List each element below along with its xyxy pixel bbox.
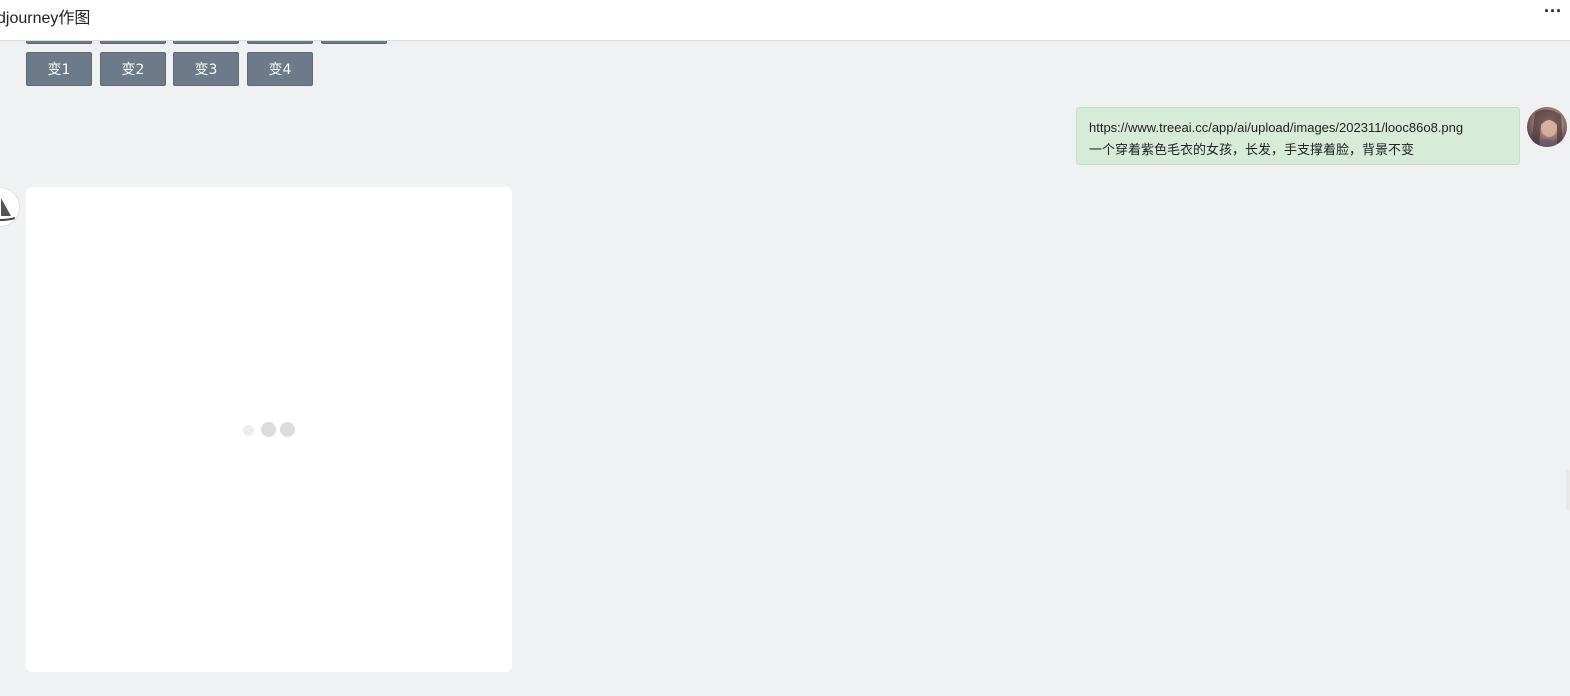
- loading-dot: [280, 422, 295, 437]
- variation-button-2[interactable]: 变2: [100, 52, 166, 86]
- variation-button-3[interactable]: 变3: [173, 52, 239, 86]
- more-menu-icon[interactable]: ···: [1544, 1, 1562, 22]
- loading-indicator: [243, 421, 303, 437]
- sailboat-logo-icon: [0, 198, 16, 221]
- user-avatar-image: [1531, 109, 1563, 147]
- loading-dot: [261, 422, 276, 437]
- scrollbar[interactable]: [1566, 470, 1570, 510]
- chat-area: 变1 变2 变3 变4 https://www.treeai.cc/app/ai…: [0, 0, 1570, 696]
- page-title: djourney作图: [0, 10, 91, 27]
- top-bar: djourney作图 ···: [0, 0, 1570, 41]
- bot-avatar: [0, 187, 20, 227]
- user-message-url: https://www.treeai.cc/app/ai/upload/imag…: [1089, 120, 1464, 135]
- user-avatar: [1527, 107, 1567, 147]
- variation-button-4[interactable]: 变4: [247, 52, 313, 86]
- variation-button-1[interactable]: 变1: [26, 52, 92, 86]
- loading-dot: [243, 425, 254, 436]
- user-message-prompt: 一个穿着紫色毛衣的女孩，长发，手支撑着脸，背景不变: [1089, 142, 1415, 157]
- user-message-bubble: https://www.treeai.cc/app/ai/upload/imag…: [1076, 107, 1520, 165]
